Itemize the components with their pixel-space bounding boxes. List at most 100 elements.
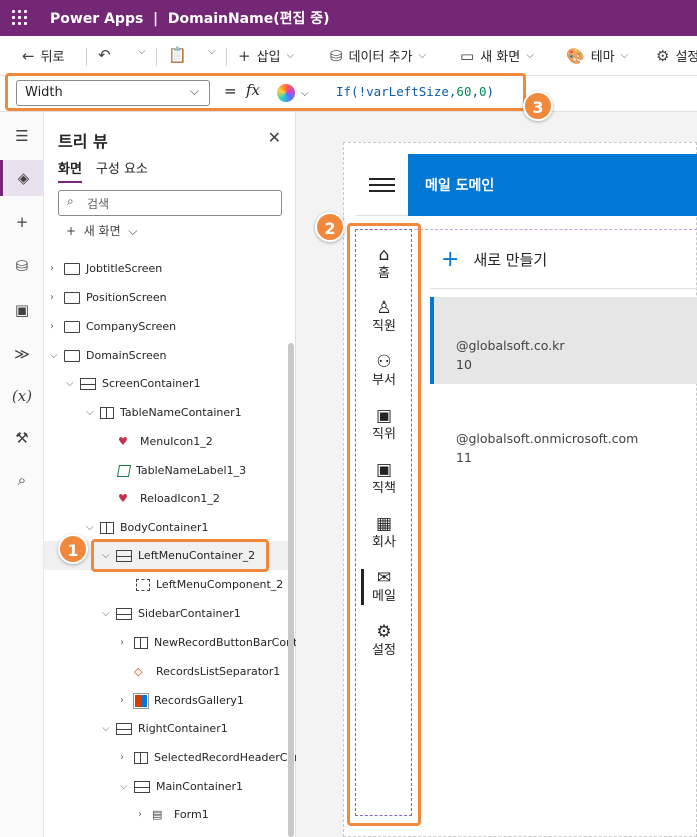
tree-node[interactable]: › RecordsGallery1 <box>120 686 244 715</box>
chevron-down-icon: ⌵ <box>418 50 427 61</box>
gear-icon: ⚙ <box>376 622 392 642</box>
insert-icon[interactable]: + <box>0 204 44 240</box>
tree-node[interactable]: › JobtitleScreen <box>50 254 162 283</box>
vertical-container-icon <box>134 636 148 649</box>
advanced-tools-icon[interactable]: ⚒ <box>0 420 44 456</box>
app-launcher-icon[interactable] <box>12 10 28 26</box>
tree-node[interactable]: ◇ RecordsListSeparator1 <box>120 657 280 686</box>
tree-view-icon[interactable]: ◈ <box>0 160 44 196</box>
copilot-button[interactable]: ⌵ <box>277 81 325 105</box>
tree-node[interactable]: ⌵ DomainScreen <box>50 341 167 370</box>
equals-sign: = <box>224 82 237 100</box>
chevron-down-icon: ⌵ <box>86 522 94 533</box>
menu-icon[interactable]: ☰ <box>0 118 44 154</box>
insert-button[interactable]: + 삽입 ⌵ <box>238 46 294 66</box>
tree-scrollbar[interactable] <box>288 343 294 837</box>
theme-button[interactable]: 🎨 테마 ⌵ <box>566 46 629 66</box>
menu-item-settings[interactable]: ⚙ 설정 <box>356 621 412 659</box>
tree-node[interactable]: ⌵ SidebarContainer1 <box>102 599 241 628</box>
tree-node[interactable]: › NewRecordButtonBarConta <box>120 628 304 657</box>
callout-badge-1: 1 <box>58 534 88 564</box>
search-icon[interactable]: ⌕ <box>0 462 44 498</box>
chevron-right-icon: › <box>138 809 142 820</box>
new-record-button[interactable]: + 새로 만들기 <box>441 247 547 272</box>
title-bar: Power Apps | DomainName(편집 중) <box>0 0 697 36</box>
chevron-right-icon: › <box>120 637 124 648</box>
menu-item-positions[interactable]: ▣ 직위 <box>356 405 412 443</box>
tree-node[interactable]: ♥ MenuIcon1_2 <box>104 427 213 456</box>
menu-item-employees[interactable]: ♙ 직원 <box>356 297 412 335</box>
menu-item-mail[interactable]: ✉ 메일 <box>356 567 412 605</box>
close-icon[interactable]: ✕ <box>268 128 281 147</box>
settings-button[interactable]: ⚙ 설정 <box>656 46 697 66</box>
new-screen-link[interactable]: + 새 화면 ⌵ <box>66 222 137 239</box>
tree-node[interactable]: › CompanyScreen <box>50 312 176 341</box>
paste-button[interactable]: 📋 <box>168 46 193 64</box>
app-title: Power Apps | DomainName(편집 중) <box>50 11 330 27</box>
property-dropdown[interactable]: Width ⌵ <box>16 80 210 106</box>
chevron-down-icon: ⌵ <box>102 723 110 734</box>
screen-icon <box>64 320 80 333</box>
variables-icon[interactable]: (x) <box>0 378 44 414</box>
hamburger-menu-button[interactable] <box>356 154 408 216</box>
menu-item-departments[interactable]: ⚇ 부서 <box>356 351 412 389</box>
command-bar: ← 뒤로 ↶ ⌵ 📋 ⌵ + 삽입 ⌵ ⛁ 데이터 추가 ⌵ ▭ 새 화면 ⌵ 🎨 테마 ⌵ ⚙ 설… <box>0 36 697 76</box>
chevron-right-icon: › <box>50 321 54 332</box>
chevron-right-icon: › <box>50 263 54 274</box>
menu-item-home[interactable]: ⌂ 홈 <box>356 244 412 282</box>
undo-button[interactable]: ↶ <box>98 46 117 64</box>
contact-card-icon: ▣ <box>375 460 393 480</box>
record-number: 10 <box>456 357 472 372</box>
menu-item-company[interactable]: ▦ 회사 <box>356 513 412 551</box>
app-header-title: 메일 도메인 <box>425 178 495 194</box>
plus-icon: + <box>238 46 251 65</box>
chevron-down-icon: ⌵ <box>102 608 110 619</box>
palette-icon: 🎨 <box>566 46 585 65</box>
people-icon: ⚇ <box>376 352 392 372</box>
paste-dropdown[interactable]: ⌵ <box>202 46 216 57</box>
tree-node[interactable]: ⌵ TableNameContainer1 <box>86 398 242 427</box>
tab-screens[interactable]: 화면 <box>58 158 82 183</box>
add-data-button[interactable]: ⛁ 데이터 추가 ⌵ <box>330 46 427 66</box>
icon-control-icon: ♥ <box>118 491 128 505</box>
horizontal-container-icon <box>116 549 132 562</box>
chevron-right-icon: › <box>50 292 54 303</box>
menu-item-titles[interactable]: ▣ 직책 <box>356 459 412 497</box>
tree-view-title: 트리 뷰 <box>58 132 108 151</box>
tree-node[interactable]: ⌵ MainContainer1 <box>120 772 243 801</box>
mail-icon: ✉ <box>376 568 392 588</box>
media-icon[interactable]: ▣ <box>0 292 44 328</box>
screen-icon <box>64 291 80 304</box>
formula-input[interactable]: If(!varLeftSize,60,0) <box>336 84 494 99</box>
undo-dropdown[interactable]: ⌵ <box>132 46 146 57</box>
tree-node[interactable]: › PositionScreen <box>50 283 167 312</box>
chevron-down-icon: ⌵ <box>620 50 629 61</box>
chevron-down-icon: ⌵ <box>50 350 58 361</box>
fx-icon: fx <box>246 81 261 99</box>
records-list-separator <box>430 288 697 289</box>
chevron-right-icon: › <box>120 752 124 763</box>
tree-node[interactable]: › ▤ Form1 <box>138 800 209 829</box>
horizontal-container-icon <box>134 780 150 793</box>
data-icon[interactable]: ⛁ <box>0 248 44 284</box>
tree-node[interactable]: TableNameLabel1_3 <box>104 456 246 485</box>
gallery-icon <box>133 692 149 709</box>
tree-node[interactable]: ⌵ ScreenContainer1 <box>66 369 201 398</box>
tree-node[interactable]: › SelectedRecordHeaderCon <box>120 743 301 772</box>
tree-node[interactable]: LeftMenuComponent_2 <box>122 570 283 599</box>
tree-node[interactable]: ♥ ReloadIcon1_2 <box>104 484 220 513</box>
tree-node[interactable]: ⌵ RightContainer1 <box>102 714 228 743</box>
new-screen-button[interactable]: ▭ 새 화면 ⌵ <box>460 46 534 66</box>
vertical-container-icon <box>100 521 114 534</box>
tree-node[interactable]: ⌵ BodyContainer1 <box>86 513 209 542</box>
chevron-down-icon: ⌵ <box>189 84 199 98</box>
back-button[interactable]: ← 뒤로 <box>22 46 65 66</box>
tab-components[interactable]: 구성 요소 <box>96 158 148 183</box>
chevron-down-icon: ⌵ <box>301 87 309 99</box>
arrow-left-icon: ← <box>22 46 35 65</box>
power-automate-icon[interactable]: ≫ <box>0 336 44 372</box>
horizontal-container-icon <box>80 377 96 390</box>
search-input[interactable]: ⌕ 검색 <box>58 190 282 216</box>
clipboard-icon: 📋 <box>168 46 187 64</box>
contact-card-icon: ▣ <box>375 406 393 426</box>
